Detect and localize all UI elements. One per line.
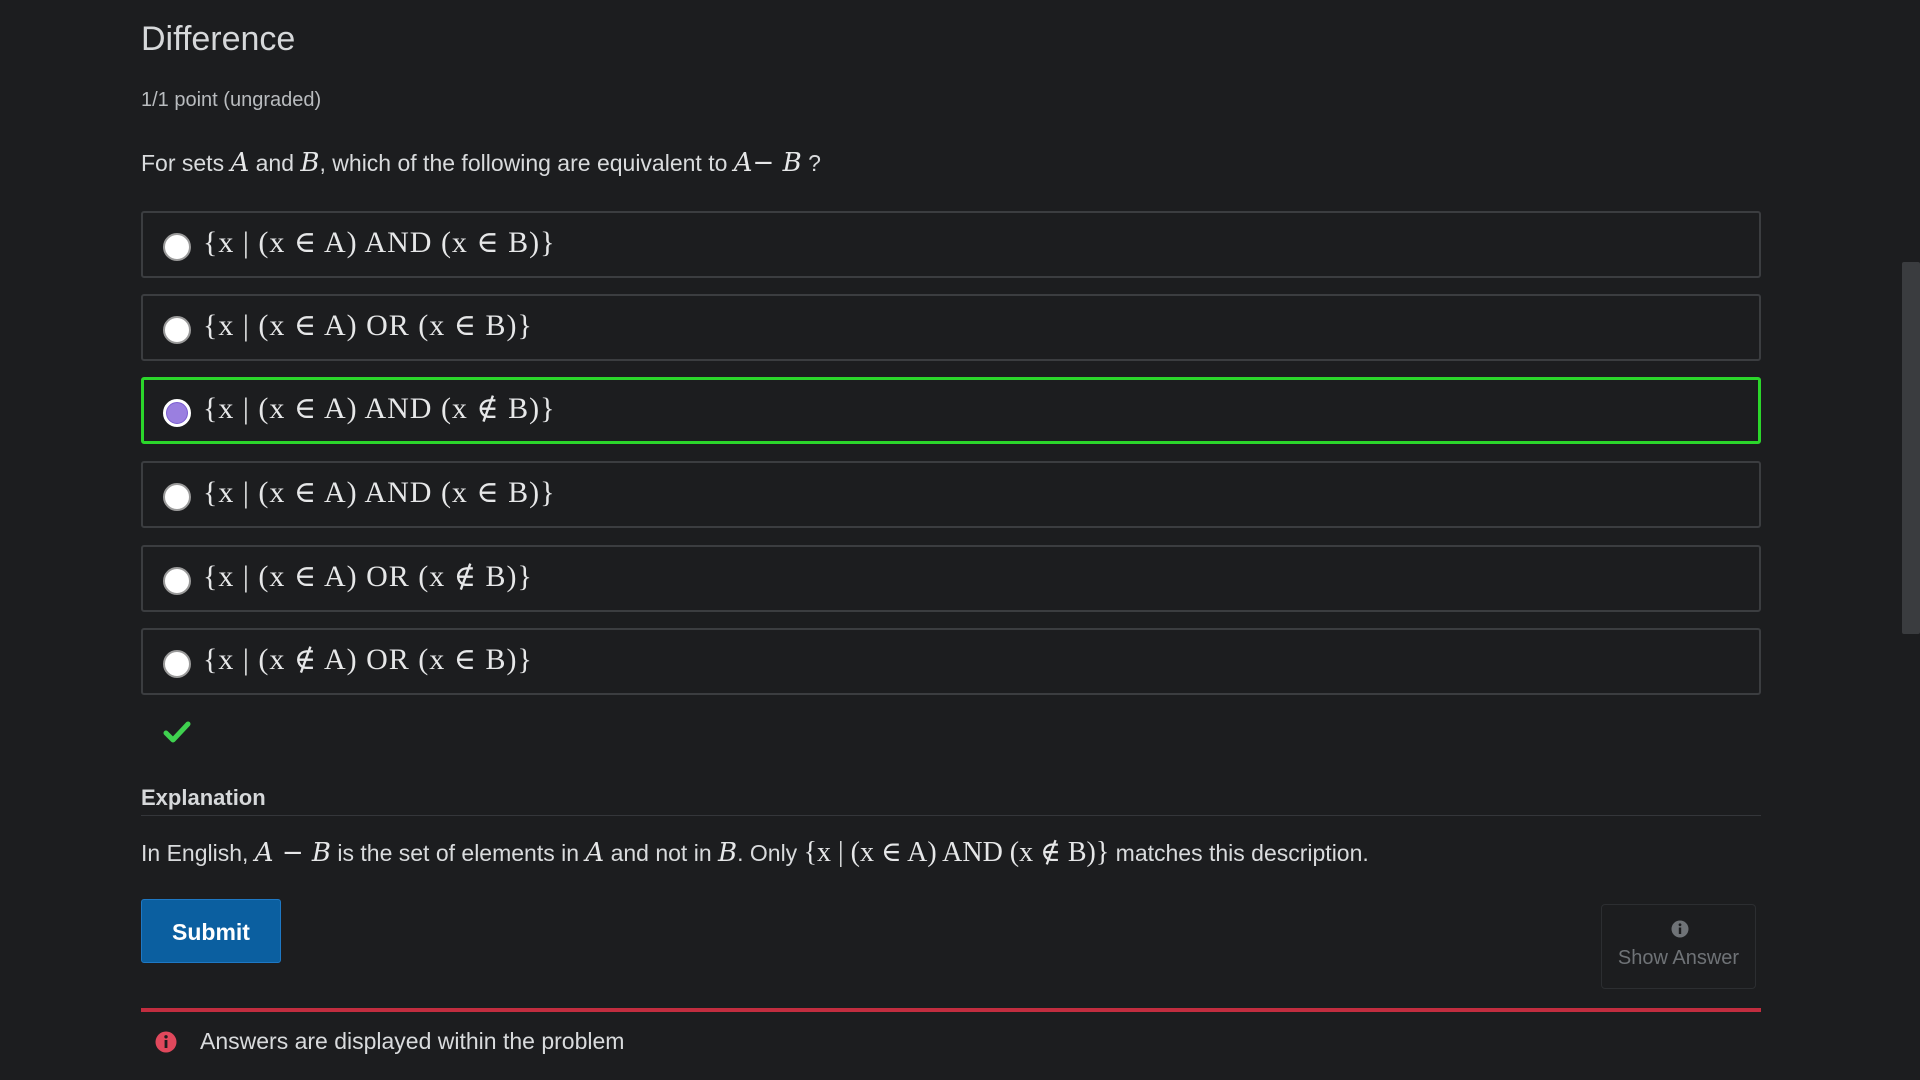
explanation-prefix: In English, xyxy=(141,840,255,866)
scrollbar-track[interactable] xyxy=(1902,0,1920,1080)
explanation-var-a: A xyxy=(585,838,605,868)
radio-button[interactable] xyxy=(163,233,191,261)
answer-option-6[interactable]: {x | (x ∉ A) OR (x ∈ B)} xyxy=(141,628,1761,695)
alert-info-icon xyxy=(155,1031,177,1053)
radio-button[interactable] xyxy=(163,650,191,678)
answer-option-1[interactable]: {x | (x ∈ A) AND (x ∈ B)} xyxy=(141,211,1761,278)
checkmark-icon xyxy=(163,721,191,743)
explanation-suffix: matches this description. xyxy=(1109,840,1369,866)
prompt-and: and xyxy=(249,150,301,176)
explanation-middle-3: . Only xyxy=(737,840,804,866)
info-icon xyxy=(1671,920,1689,938)
prompt-expression: A− B xyxy=(733,148,802,178)
explanation-title: Explanation xyxy=(141,785,266,810)
show-answer-label: Show Answer xyxy=(1617,947,1740,969)
notice-text: Answers are displayed within the problem xyxy=(200,1028,625,1054)
prompt-var-a: A xyxy=(230,148,250,178)
answer-option-label: {x | (x ∈ A) AND (x ∈ B)} xyxy=(203,226,556,259)
problem-prompt: For sets A and B, which of the following… xyxy=(141,148,821,178)
explanation-middle-2: and not in xyxy=(604,840,718,866)
explanation-var-b: B xyxy=(718,838,738,868)
show-answer-button[interactable]: Show Answer xyxy=(1601,904,1756,989)
answer-option-label: {x | (x ∈ A) OR (x ∈ B)} xyxy=(203,309,533,342)
explanation-middle-1: is the set of elements in xyxy=(331,840,586,866)
answer-option-label: {x | (x ∉ A) OR (x ∈ B)} xyxy=(203,643,533,676)
explanation-expression: A − B xyxy=(254,838,331,868)
explanation-set-expression: {x | (x ∈ A) AND (x ∉ B)} xyxy=(803,837,1110,868)
radio-button[interactable] xyxy=(163,316,191,344)
answer-option-label: {x | (x ∈ A) AND (x ∈ B)} xyxy=(203,476,556,509)
divider xyxy=(141,815,1761,816)
problem-page: Difference 1/1 point (ungraded) For sets… xyxy=(0,0,1920,1080)
prompt-var-b: B xyxy=(300,148,320,178)
answer-option-2[interactable]: {x | (x ∈ A) OR (x ∈ B)} xyxy=(141,294,1761,361)
answer-option-5[interactable]: {x | (x ∈ A) OR (x ∉ B)} xyxy=(141,545,1761,612)
submit-button[interactable]: Submit xyxy=(141,899,281,963)
explanation-text: In English, A − B is the set of elements… xyxy=(141,835,1369,869)
radio-button[interactable] xyxy=(163,567,191,595)
prompt-middle: , which of the following are equivalent … xyxy=(319,150,734,176)
answer-option-3[interactable]: {x | (x ∈ A) AND (x ∉ B)} xyxy=(141,377,1761,444)
problem-points: 1/1 point (ungraded) xyxy=(141,89,322,111)
scrollbar-thumb[interactable] xyxy=(1902,262,1920,634)
radio-button-selected[interactable] xyxy=(163,399,191,427)
answer-option-4[interactable]: {x | (x ∈ A) AND (x ∈ B)} xyxy=(141,461,1761,528)
answer-option-label: {x | (x ∈ A) AND (x ∉ B)} xyxy=(203,392,556,425)
radio-button[interactable] xyxy=(163,483,191,511)
prompt-prefix: For sets xyxy=(141,150,231,176)
answer-option-label: {x | (x ∈ A) OR (x ∉ B)} xyxy=(203,560,533,593)
prompt-suffix: ? xyxy=(801,150,821,176)
problem-title: Difference xyxy=(141,20,296,58)
notice-bar xyxy=(141,1008,1761,1012)
